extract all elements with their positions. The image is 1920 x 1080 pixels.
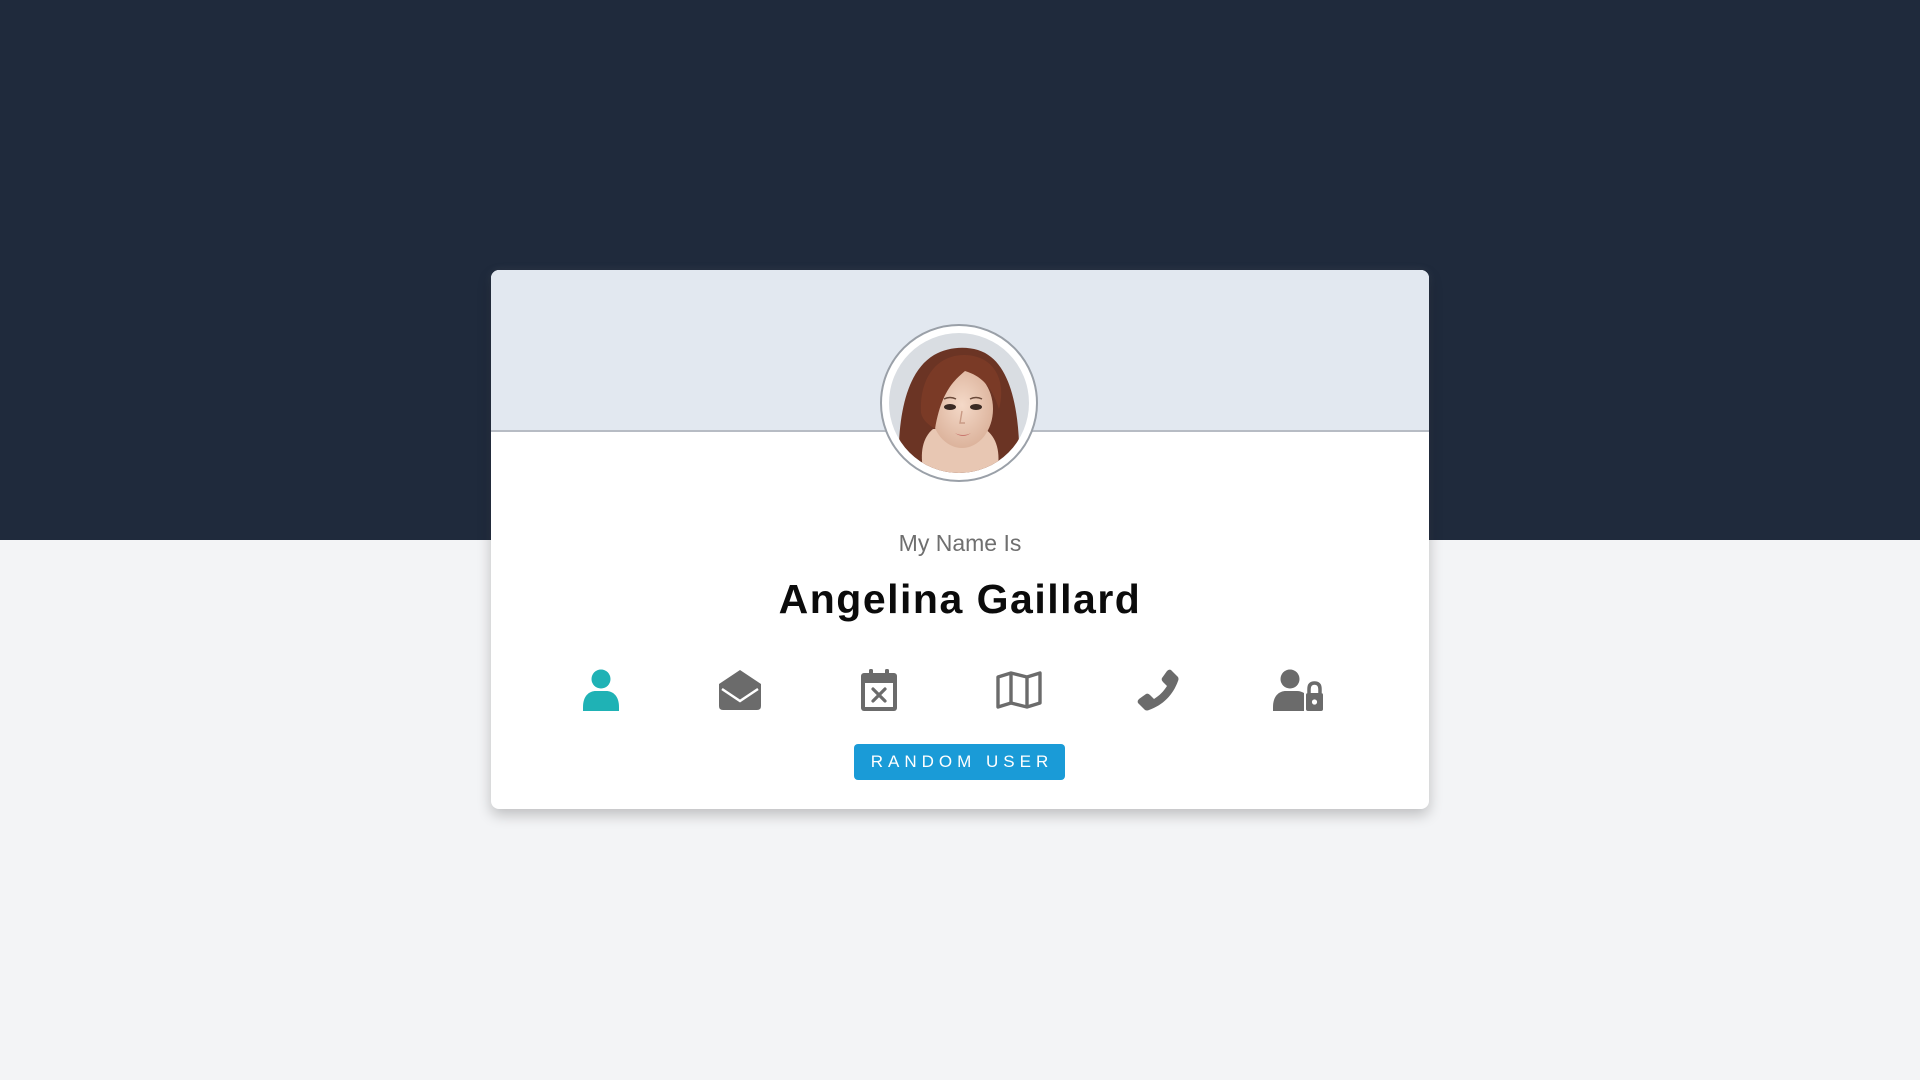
avatar bbox=[880, 324, 1038, 482]
user-card: My Name Is Angelina Gaillard bbox=[491, 270, 1429, 809]
name-label: My Name Is bbox=[491, 530, 1429, 557]
user-lock-icon[interactable] bbox=[1269, 660, 1329, 720]
calendar-x-icon[interactable] bbox=[849, 660, 909, 720]
avatar-photo bbox=[889, 333, 1029, 473]
phone-icon[interactable] bbox=[1128, 660, 1188, 720]
envelope-open-icon[interactable] bbox=[710, 660, 770, 720]
info-icon-row bbox=[491, 660, 1429, 720]
user-icon[interactable] bbox=[571, 660, 631, 720]
random-user-button[interactable]: RANDOM USER bbox=[854, 744, 1065, 780]
user-name: Angelina Gaillard bbox=[491, 576, 1429, 623]
map-icon[interactable] bbox=[989, 660, 1049, 720]
